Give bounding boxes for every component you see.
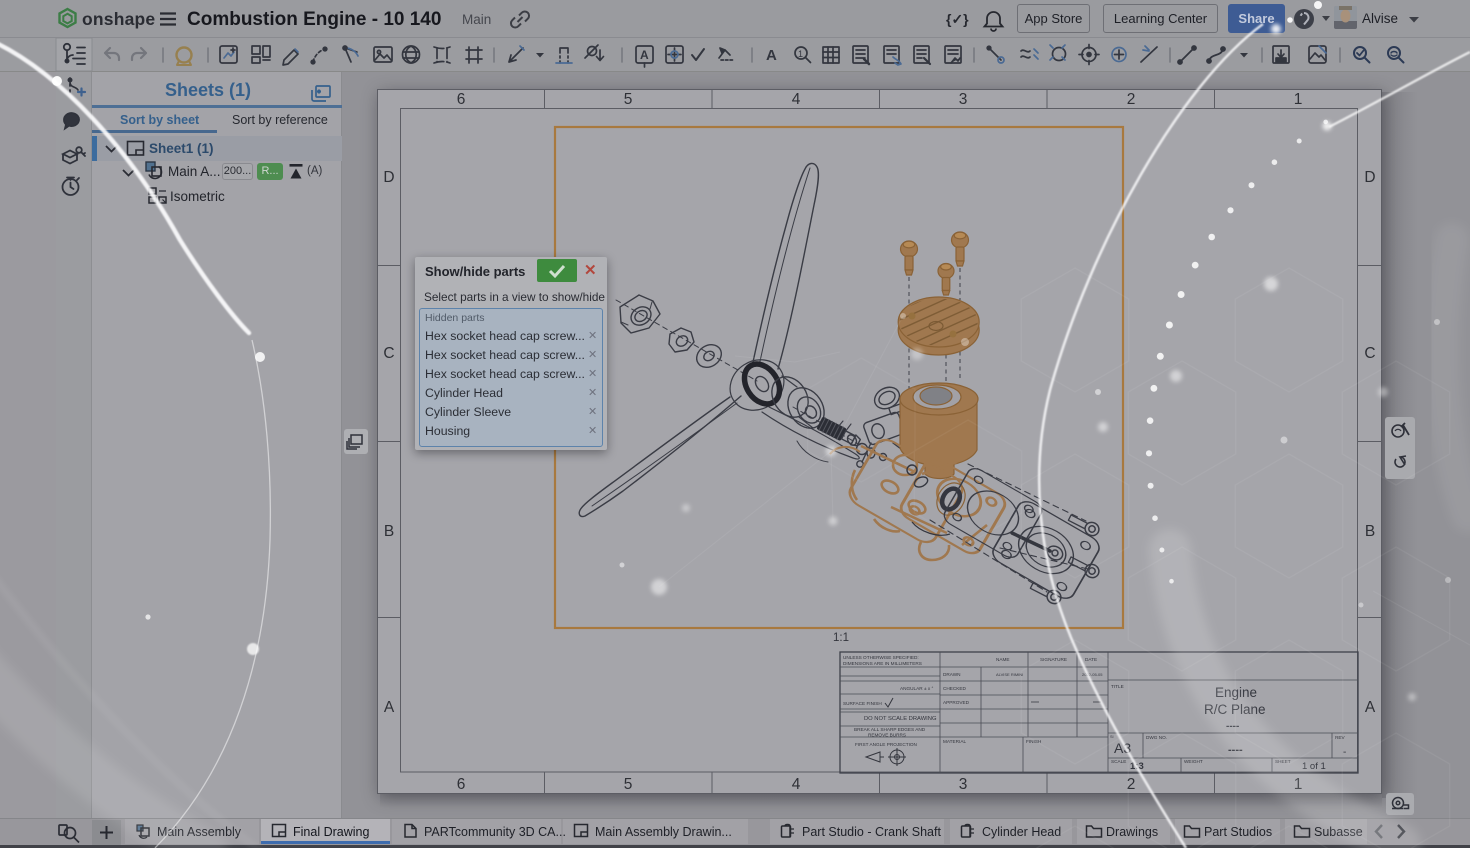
svg-text:APPROVED: APPROVED [943,700,970,705]
svg-text:A3: A3 [1114,740,1131,756]
svg-text:{✓}: {✓} [946,11,969,27]
svg-text:-: - [1343,747,1346,758]
svg-text:3: 3 [959,776,968,793]
svg-text:Main Assembly: Main Assembly [157,825,242,839]
svg-text:FIRST ANGLE PROJECTION: FIRST ANGLE PROJECTION [855,742,917,747]
svg-text:BREAK ALL SHARP EDGES AND: BREAK ALL SHARP EDGES AND [854,727,926,732]
svg-text:SURFACE FINISH: SURFACE FINISH [843,701,882,706]
svg-text:Subasse: Subasse [1314,825,1363,839]
svg-text:6: 6 [457,91,466,108]
svg-text:A: A [766,47,777,64]
svg-text:SCALE: SCALE [1111,759,1126,764]
svg-text:DIMENSIONS ARE IN MILLIMETERS: DIMENSIONS ARE IN MILLIMETERS [843,661,922,666]
svg-text:2: 2 [1127,776,1136,793]
svg-text:DWG NO.: DWG NO. [1146,735,1167,740]
svg-text:1:3: 1:3 [1130,761,1144,772]
svg-text:1: 1 [798,49,803,59]
svg-text:Final Drawing: Final Drawing [293,825,369,839]
svg-text:6: 6 [457,776,466,793]
svg-text:Engine: Engine [1215,685,1257,700]
svg-text:D: D [1364,169,1375,186]
svg-text:2022-05-05: 2022-05-05 [1082,672,1103,677]
svg-text:Combustion Engine - 10 140: Combustion Engine - 10 140 [187,9,441,30]
svg-text:5: 5 [624,91,633,108]
svg-text:WEIGHT: WEIGHT [1184,759,1203,764]
svg-text:1: 1 [1294,776,1303,793]
svg-text:1:1: 1:1 [833,632,849,644]
svg-text:C: C [383,345,394,362]
svg-text:Cylinder Head: Cylinder Head [982,825,1061,839]
svg-text:1: 1 [1294,91,1303,108]
svg-text:----: ---- [1228,744,1243,756]
svg-text:A: A [384,699,395,716]
svg-text:----: ---- [1226,721,1239,732]
svg-text:Main Assembly Drawin...: Main Assembly Drawin... [595,825,732,839]
svg-text:ALVISE RIMINI: ALVISE RIMINI [996,672,1023,677]
svg-text:PARTcommunity 3D CA...: PARTcommunity 3D CA... [424,825,566,839]
svg-text:1 of 1: 1 of 1 [1302,761,1326,772]
svg-text:onshape: onshape [82,9,155,29]
svg-text:DRAWN: DRAWN [943,672,961,677]
svg-text:FINISH: FINISH [1026,739,1041,744]
svg-text:B: B [384,523,394,540]
svg-text:3: 3 [959,91,968,108]
svg-text:A: A [640,48,649,62]
svg-text:Main: Main [462,12,491,27]
svg-text:A: A [1365,699,1376,716]
svg-text:R/C Plane: R/C Plane [1204,702,1266,717]
svg-text:ANGULAR ± x °: ANGULAR ± x ° [900,686,933,691]
svg-text:SIGNATURE: SIGNATURE [1040,657,1067,662]
svg-text:4: 4 [792,91,801,108]
svg-text:REV: REV [1335,735,1346,740]
svg-text:REMOVE BURRS: REMOVE BURRS [868,733,906,738]
svg-text:SI: SI [1110,735,1114,739]
svg-text:C: C [1364,345,1375,362]
svg-text:CHECKED: CHECKED [943,686,967,691]
svg-text:DATE: DATE [1085,657,1097,662]
svg-text:MATERIAL: MATERIAL [943,739,966,744]
svg-text:4: 4 [792,776,801,793]
svg-text:5: 5 [624,776,633,793]
svg-text:TITLE: TITLE [1111,684,1124,689]
svg-text:NAME: NAME [996,657,1010,662]
svg-text:DO NOT SCALE DRAWING: DO NOT SCALE DRAWING [864,716,937,722]
svg-text:Drawings: Drawings [1106,825,1158,839]
svg-text:Part Studio - Crank Shaft: Part Studio - Crank Shaft [802,825,941,839]
svg-text:UNLESS OTHERWISE SPECIFIED:: UNLESS OTHERWISE SPECIFIED: [843,655,919,660]
svg-text:2: 2 [1127,91,1136,108]
svg-text:B: B [1365,523,1375,540]
svg-text:Part Studios: Part Studios [1204,825,1272,839]
svg-text:D: D [383,169,394,186]
svg-text:SHEET: SHEET [1275,759,1291,764]
